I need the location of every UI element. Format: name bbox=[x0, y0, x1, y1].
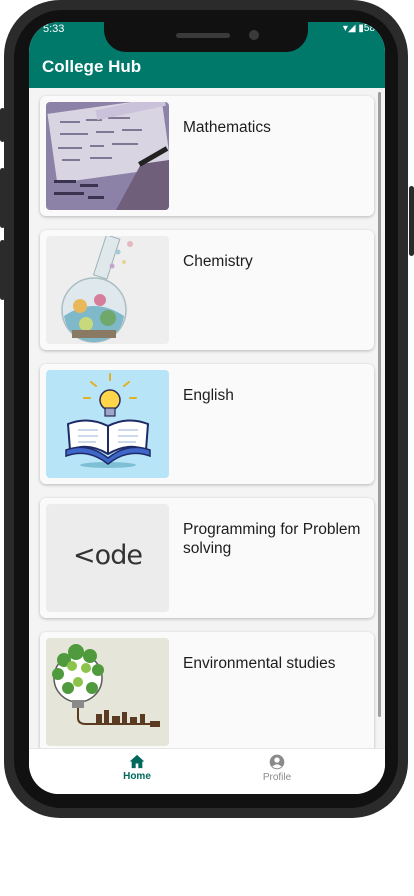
list-scrollbar[interactable] bbox=[378, 92, 381, 717]
notch-camera bbox=[249, 30, 259, 40]
status-icons: ▾◢ ▮58 bbox=[342, 23, 375, 34]
subject-title: English bbox=[183, 387, 234, 404]
home-icon bbox=[129, 754, 145, 769]
subject-title: Programming for Problem solving bbox=[183, 521, 361, 557]
account-circle-icon bbox=[269, 754, 285, 770]
app-title: College Hub bbox=[42, 57, 142, 76]
eco-lightbulb-image bbox=[46, 638, 169, 746]
code-logo-image: <ode bbox=[46, 504, 169, 612]
nav-home-label: Home bbox=[123, 771, 151, 782]
nav-home[interactable]: Home bbox=[77, 754, 197, 782]
phone-power-button bbox=[409, 186, 414, 256]
phone-side-button bbox=[0, 240, 5, 300]
status-time: 5:33 bbox=[43, 23, 65, 35]
app-bar: College Hub bbox=[29, 46, 385, 88]
nav-profile-label: Profile bbox=[262, 772, 292, 783]
camera-notch bbox=[104, 22, 308, 52]
app-screen: 5:33 ▾◢ ▮58 College Hub Mathematics Chem… bbox=[29, 22, 385, 794]
open-book-lightbulb-image bbox=[46, 370, 169, 478]
subject-title: Chemistry bbox=[183, 253, 253, 270]
bottom-navigation: Home Profile bbox=[29, 748, 385, 794]
nav-profile[interactable]: Profile bbox=[217, 754, 337, 783]
phone-side-button bbox=[0, 168, 5, 228]
subject-title: Mathematics bbox=[183, 119, 271, 136]
code-logo-text: <ode bbox=[73, 540, 143, 571]
notch-speaker bbox=[176, 33, 230, 38]
phone-side-button bbox=[0, 108, 5, 142]
subject-card-programming[interactable]: <ode Programming for Problem solving bbox=[40, 498, 374, 618]
subject-card-english[interactable]: English bbox=[40, 364, 374, 484]
subject-title: Environmental studies bbox=[183, 655, 336, 672]
subject-card-chemistry[interactable]: Chemistry bbox=[40, 230, 374, 350]
chemistry-flask-image bbox=[46, 236, 169, 344]
subject-card-environmental[interactable]: Environmental studies bbox=[40, 632, 374, 748]
subject-card-mathematics[interactable]: Mathematics bbox=[40, 96, 374, 216]
math-notes-image bbox=[46, 102, 169, 210]
subject-list[interactable]: Mathematics Chemistry English <ode Progr… bbox=[29, 88, 385, 748]
